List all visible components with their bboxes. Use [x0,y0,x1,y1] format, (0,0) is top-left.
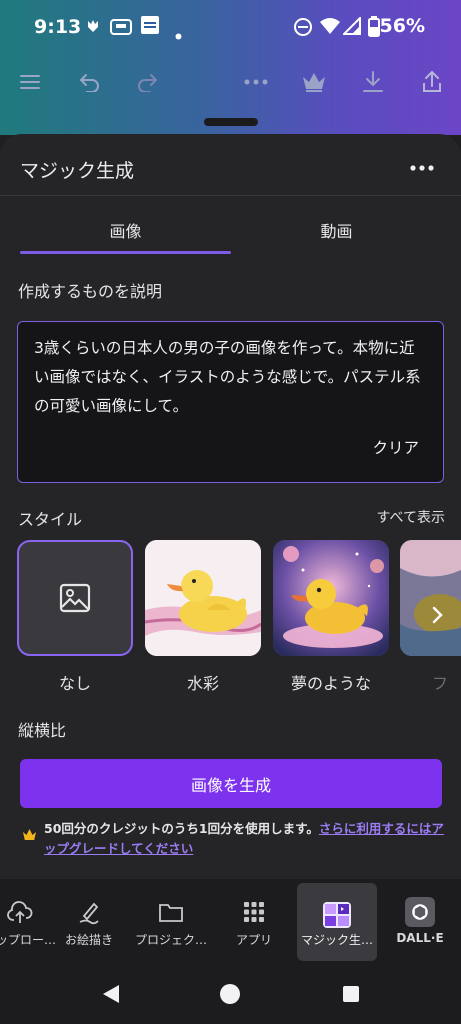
premium-button[interactable] [298,66,330,98]
status-time: 9:13 [34,16,82,38]
crown-icon [303,73,325,92]
status-bar: 9:13 56% [0,0,461,56]
system-navigation-bar [0,967,461,1024]
more-horizontal-icon [410,165,434,171]
bottom-navigation: アップロー… お絵描き プロジェク… アプリ マジック生… DALL·E [0,879,461,967]
app-notification-icon [110,16,132,40]
style-name-none: なし [58,674,91,693]
nav-dalle-label: DALL·E [396,931,444,945]
draw-icon [79,902,99,925]
redo-icon [138,74,158,92]
style-thumbnail-partial [400,540,461,656]
credit-notice: 50回分のクレジットのうち1回分を使用します。さらに利用するにはアップグレードし… [44,819,444,859]
magic-media-icon [323,902,351,928]
clear-button[interactable]: クリア [372,436,419,458]
menu-icon [20,75,40,89]
style-name-fourth: フ [432,674,449,693]
style-dreamy-card[interactable] [273,540,389,656]
notification-icon [86,18,100,38]
wifi-icon [319,17,341,39]
aspect-ratio-label: 縦横比 [18,721,67,740]
style-none-card[interactable] [17,540,133,656]
battery-icon [368,16,380,41]
nav-projects-label: プロジェク… [134,933,207,947]
nav-apps-label: アプリ [235,933,272,947]
nav-apps[interactable]: アプリ [214,879,294,967]
describe-label: 作成するものを説明 [18,282,163,301]
more-horizontal-icon [244,79,268,85]
style-name-dreamy: 夢のような [290,674,371,693]
undo-icon [79,74,99,92]
share-icon [423,70,441,92]
nav-dalle[interactable]: DALL·E [380,879,460,967]
news-app-icon [140,15,160,39]
editor-toolbar [0,56,461,108]
dreamy-duck-thumbnail [273,540,389,656]
crown-icon [23,829,36,840]
nav-magic-media-label: マジック生… [300,933,373,947]
share-button[interactable] [416,66,448,98]
style-fourth-card[interactable] [400,540,461,656]
more-notifications-dot [175,25,182,44]
credit-text: 50回分のクレジットのうち1回分を使用します。 [44,821,319,836]
battery-level: 56% [379,15,425,37]
more-options-button[interactable] [240,66,272,98]
tab-video[interactable]: 動画 [231,218,442,242]
nav-draw[interactable]: お絵描き [49,879,129,967]
menu-button[interactable] [14,66,46,98]
sheet-more-button[interactable] [409,158,435,178]
prompt-textarea[interactable]: 3歳くらいの日本人の男の子の画像を作って。本物に近い画像ではなく、イラストのよう… [17,321,444,483]
prompt-text[interactable]: 3歳くらいの日本人の男の子の画像を作って。本物に近い画像ではなく、イラストのよう… [34,334,429,421]
nav-draw-label: お絵描き [64,933,113,947]
style-label: スタイル [18,510,83,529]
active-tab-indicator [20,251,231,254]
chevron-right-icon [432,606,443,624]
folder-icon [159,904,183,922]
style-name-watercolor: 水彩 [186,674,219,693]
download-button[interactable] [357,66,389,98]
sheet-drag-handle[interactable] [204,118,258,126]
sheet-title: マジック生成 [20,160,135,182]
download-icon [363,71,383,92]
watercolor-duck-thumbnail [145,540,261,656]
openai-icon [405,897,435,927]
undo-button[interactable] [74,66,106,98]
upload-cloud-icon [7,901,33,923]
nav-magic-media[interactable]: マジック生… [297,883,377,961]
signal-icon [341,15,361,39]
home-icon[interactable] [219,983,241,1005]
redo-button[interactable] [131,66,163,98]
style-watercolor-card[interactable] [145,540,261,656]
see-all-styles-link[interactable]: すべて表示 [377,507,445,527]
generate-image-button[interactable]: 画像を生成 [20,759,442,808]
tab-image[interactable]: 画像 [20,218,231,242]
image-placeholder-icon [59,583,91,613]
divider [0,195,461,196]
nav-projects[interactable]: プロジェク… [131,879,211,967]
back-icon[interactable] [101,983,121,1005]
dnd-icon [293,17,313,41]
grid-icon [244,902,264,922]
recents-icon[interactable] [342,985,360,1003]
